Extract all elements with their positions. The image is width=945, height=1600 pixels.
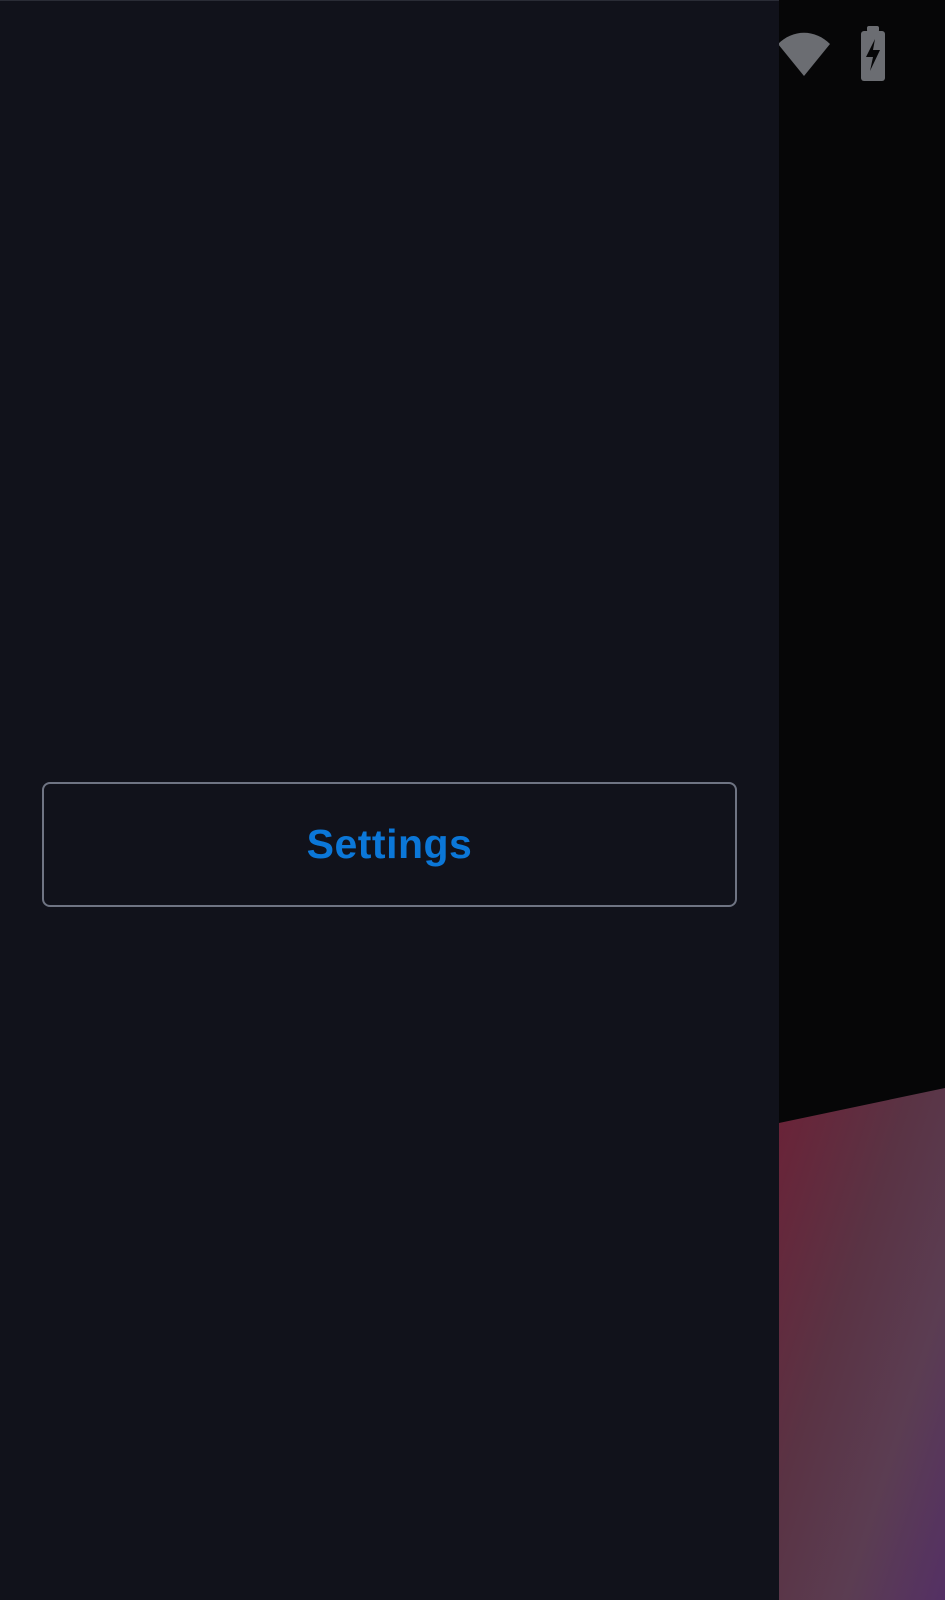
wifi-icon [778, 32, 830, 76]
battery-charging-icon [861, 26, 885, 81]
settings-button[interactable]: Settings [42, 782, 737, 907]
screen: Settings [0, 0, 945, 1600]
navigation-drawer: Settings [0, 0, 779, 1600]
